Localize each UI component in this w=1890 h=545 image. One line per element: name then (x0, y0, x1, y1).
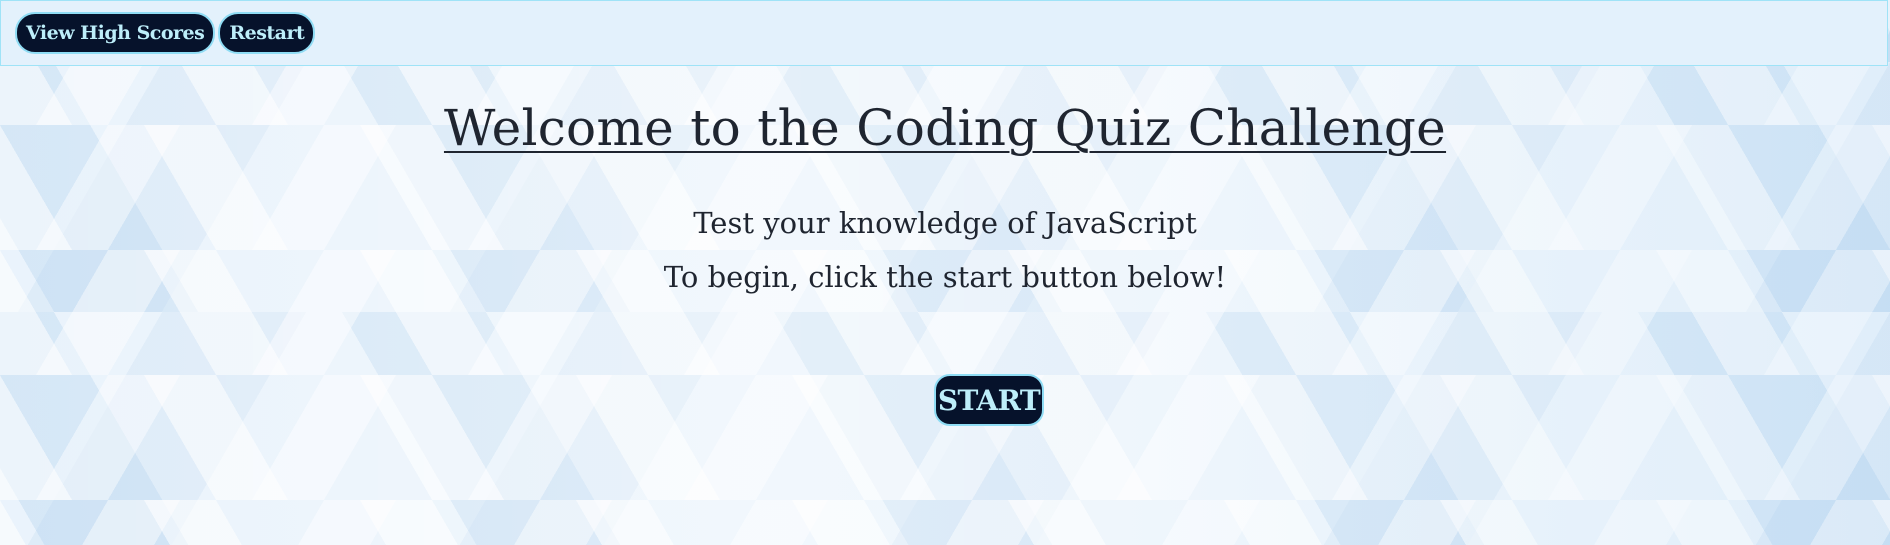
intro-text-line-2: To begin, click the start button below! (663, 260, 1227, 294)
intro-text-line-1: Test your knowledge of JavaScript (693, 206, 1197, 240)
start-button[interactable]: START (934, 374, 1044, 426)
restart-button[interactable]: Restart (218, 12, 316, 54)
page-title: Welcome to the Coding Quiz Challenge (443, 99, 1447, 157)
view-high-scores-button[interactable]: View High Scores (15, 12, 216, 54)
quiz-start-screen: Welcome to the Coding Quiz Challenge Tes… (0, 66, 1890, 545)
top-nav-bar: View High Scores Restart (0, 0, 1888, 66)
